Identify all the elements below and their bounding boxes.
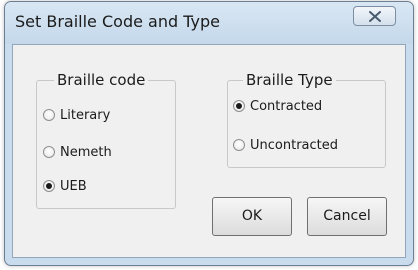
radio-button-icon[interactable] xyxy=(43,109,55,121)
radio-literary-label[interactable]: Literary xyxy=(60,108,110,124)
radio-ueb[interactable]: UEB xyxy=(43,179,153,197)
radio-nemeth-label[interactable]: Nemeth xyxy=(60,145,112,161)
radio-nemeth[interactable]: Nemeth xyxy=(43,145,153,163)
radio-button-icon[interactable] xyxy=(43,180,55,192)
dialog-window: Set Braille Code and Type Braille code L… xyxy=(4,1,414,266)
radio-literary[interactable]: Literary xyxy=(43,108,153,126)
radio-contracted-label[interactable]: Contracted xyxy=(250,99,322,115)
radio-uncontracted-label[interactable]: Uncontracted xyxy=(250,138,338,154)
radio-selected-dot xyxy=(46,183,52,189)
title-bar[interactable]: Set Braille Code and Type xyxy=(5,2,413,44)
cancel-button[interactable]: Cancel xyxy=(307,197,387,236)
window-title: Set Braille Code and Type xyxy=(15,12,220,31)
close-button[interactable] xyxy=(353,6,396,26)
ok-button[interactable]: OK xyxy=(212,197,292,236)
radio-button-icon[interactable] xyxy=(43,146,55,158)
radio-contracted[interactable]: Contracted xyxy=(233,99,373,117)
radio-selected-dot xyxy=(236,103,242,109)
braille-code-group: Braille code Literary Nemeth UEB xyxy=(36,71,176,209)
radio-uncontracted[interactable]: Uncontracted xyxy=(233,138,378,156)
radio-button-icon[interactable] xyxy=(233,100,245,112)
braille-code-legend: Braille code xyxy=(54,71,149,89)
braille-type-group: Braille Type Contracted Uncontracted xyxy=(227,71,386,168)
radio-ueb-label[interactable]: UEB xyxy=(60,179,87,195)
close-icon xyxy=(369,11,381,22)
braille-type-legend: Braille Type xyxy=(243,71,336,89)
dialog-client-area: Braille code Literary Nemeth UEB Braille… xyxy=(12,44,406,258)
radio-button-icon[interactable] xyxy=(233,139,245,151)
